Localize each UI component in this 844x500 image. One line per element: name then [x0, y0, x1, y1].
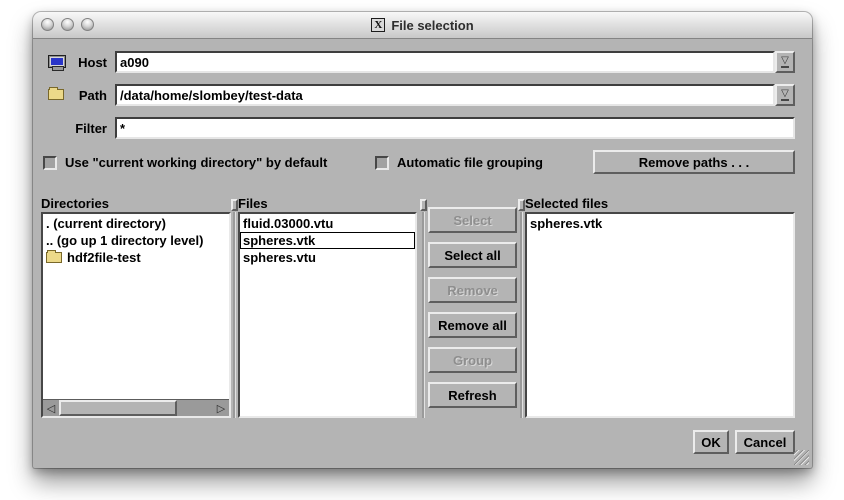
list-item-focused[interactable]: spheres.vtk — [240, 232, 415, 249]
directories-label: Directories — [41, 196, 109, 211]
list-item[interactable]: hdf2file-test — [43, 249, 229, 266]
splitter-handle[interactable] — [518, 199, 525, 211]
files-viewport: fluid.03000.vtu spheres.vtk spheres.vtu — [240, 214, 415, 416]
files-listbox[interactable]: fluid.03000.vtu spheres.vtk spheres.vtu — [238, 212, 417, 418]
list-item[interactable]: fluid.03000.vtu — [240, 215, 415, 232]
close-button[interactable] — [41, 18, 54, 31]
resize-grip[interactable] — [794, 450, 809, 465]
splitter-groove — [422, 212, 425, 418]
host-label: Host — [61, 55, 107, 70]
ok-button[interactable]: OK — [693, 430, 729, 454]
selected-files-viewport: spheres.vtk — [527, 214, 793, 416]
zoom-button[interactable] — [81, 18, 94, 31]
list-item[interactable]: spheres.vtu — [240, 249, 415, 266]
filter-field-row — [115, 117, 795, 139]
remove-all-button[interactable]: Remove all — [428, 312, 517, 338]
window-title: File selection — [391, 18, 473, 33]
group-button[interactable]: Group — [428, 347, 517, 373]
selected-files-label: Selected files — [525, 196, 608, 211]
minimize-button[interactable] — [61, 18, 74, 31]
files-label: Files — [238, 196, 268, 211]
directories-viewport: . (current directory) .. (go up 1 direct… — [43, 214, 229, 400]
path-field-row: ▽ — [115, 84, 795, 106]
combo-underline — [781, 66, 789, 68]
cwd-checkbox-label: Use "current working directory" by defau… — [65, 155, 327, 170]
remove-paths-button[interactable]: Remove paths . . . — [593, 150, 795, 174]
grouping-checkbox[interactable] — [375, 156, 389, 170]
directories-listbox[interactable]: . (current directory) .. (go up 1 direct… — [41, 212, 231, 418]
directories-horizontal-scrollbar[interactable]: ◁ ▷ — [43, 399, 229, 416]
path-combo-button[interactable]: ▽ — [775, 84, 795, 106]
cancel-button[interactable]: Cancel — [735, 430, 795, 454]
chevron-down-icon: ▽ — [781, 56, 789, 65]
chevron-down-icon: ▽ — [781, 89, 789, 98]
scrollbar-thumb[interactable] — [59, 400, 177, 416]
list-item[interactable]: spheres.vtk — [527, 215, 793, 232]
host-combo-button[interactable]: ▽ — [775, 51, 795, 73]
filter-input[interactable] — [115, 117, 795, 139]
host-input[interactable] — [115, 51, 775, 73]
scroll-left-icon[interactable]: ◁ — [43, 400, 59, 416]
splitter-handle[interactable] — [420, 199, 427, 211]
filter-label: Filter — [61, 121, 107, 136]
x11-icon: X — [371, 18, 385, 32]
cwd-checkbox[interactable] — [43, 156, 57, 170]
list-item[interactable]: .. (go up 1 directory level) — [43, 232, 229, 249]
directory-name: hdf2file-test — [67, 250, 141, 265]
splitter-groove — [520, 212, 523, 418]
host-field-row: ▽ — [115, 51, 795, 73]
grouping-checkbox-label: Automatic file grouping — [397, 155, 543, 170]
remove-button[interactable]: Remove — [428, 277, 517, 303]
refresh-button[interactable]: Refresh — [428, 382, 517, 408]
scroll-right-icon[interactable]: ▷ — [213, 400, 229, 416]
selected-files-listbox[interactable]: spheres.vtk — [525, 212, 795, 418]
title-wrap: X File selection — [371, 18, 473, 33]
splitter-groove — [233, 212, 236, 418]
path-input[interactable] — [115, 84, 775, 106]
list-item[interactable]: . (current directory) — [43, 215, 229, 232]
splitter-handle[interactable] — [231, 199, 238, 211]
select-all-button[interactable]: Select all — [428, 242, 517, 268]
traffic-lights — [41, 18, 94, 31]
file-selection-window: X File selection Host ▽ Path ▽ Filter Us… — [33, 12, 812, 468]
combo-underline — [781, 99, 789, 101]
folder-icon — [46, 252, 62, 263]
scrollbar-track[interactable] — [177, 400, 213, 416]
path-label: Path — [61, 88, 107, 103]
select-button[interactable]: Select — [428, 207, 517, 233]
titlebar[interactable]: X File selection — [33, 12, 812, 39]
